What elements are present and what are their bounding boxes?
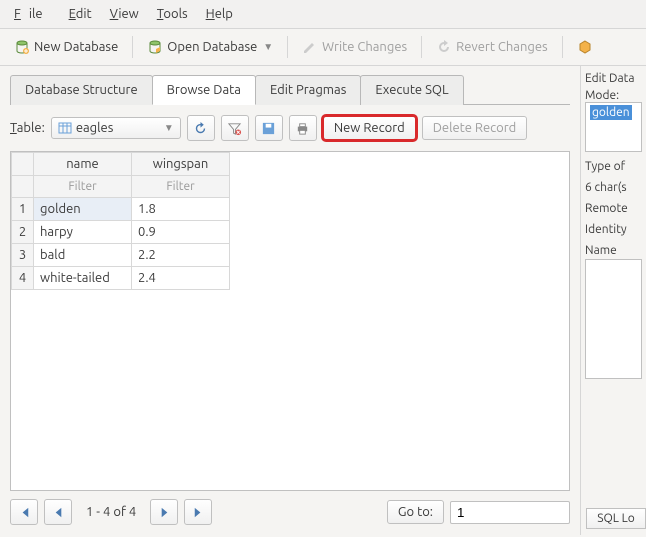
name-box[interactable] bbox=[585, 259, 642, 379]
write-changes-label: Write Changes bbox=[322, 40, 407, 54]
tab-database-structure[interactable]: Database Structure bbox=[10, 75, 153, 105]
name-label: Name bbox=[585, 244, 642, 257]
pager: 1 - 4 of 4 Go to: bbox=[10, 499, 570, 525]
char-info: 6 char(s bbox=[585, 181, 642, 194]
refresh-icon bbox=[193, 121, 208, 136]
remote-label: Remote bbox=[585, 202, 642, 215]
table-icon bbox=[58, 121, 72, 135]
delete-record-button[interactable]: Delete Record bbox=[422, 116, 528, 140]
menu-view[interactable]: View bbox=[102, 4, 147, 24]
revert-changes-label: Revert Changes bbox=[456, 40, 548, 54]
prev-page-button[interactable] bbox=[44, 499, 72, 525]
write-changes-button[interactable]: Write Changes bbox=[296, 35, 413, 59]
side-panel: Edit Data Mode: golden Type of 6 char(s … bbox=[580, 66, 646, 535]
edit-data-label: Edit Data bbox=[585, 72, 642, 85]
new-database-label: New Database bbox=[34, 40, 118, 54]
refresh-button[interactable] bbox=[187, 115, 215, 141]
database-new-icon bbox=[14, 39, 30, 55]
menubar: File Edit View Tools Help bbox=[0, 0, 646, 29]
cell-editor[interactable]: golden bbox=[585, 102, 642, 152]
sql-log-button[interactable]: SQL Lo bbox=[586, 508, 646, 529]
toolbar: New Database Open Database ▼ Write Chang… bbox=[0, 29, 646, 66]
table-select-value: eagles bbox=[76, 121, 114, 135]
menu-edit[interactable]: Edit bbox=[61, 4, 100, 24]
goto-button[interactable]: Go to: bbox=[387, 500, 444, 524]
type-info: Type of bbox=[585, 160, 642, 173]
identity-label: Identity bbox=[585, 223, 642, 236]
revert-icon bbox=[436, 39, 452, 55]
tab-edit-pragmas[interactable]: Edit Pragmas bbox=[255, 75, 361, 105]
save-button[interactable] bbox=[255, 115, 283, 141]
last-page-button[interactable] bbox=[184, 499, 212, 525]
open-database-button[interactable]: Open Database ▼ bbox=[141, 35, 279, 59]
print-button[interactable] bbox=[289, 115, 317, 141]
first-icon bbox=[17, 505, 32, 520]
filter-name[interactable]: Filter bbox=[34, 176, 132, 198]
print-icon bbox=[295, 121, 310, 136]
tab-browse-data[interactable]: Browse Data bbox=[152, 75, 256, 105]
filter-wingspan[interactable]: Filter bbox=[132, 176, 230, 198]
chevron-down-icon[interactable]: ▼ bbox=[263, 41, 273, 53]
revert-changes-button[interactable]: Revert Changes bbox=[430, 35, 554, 59]
open-database-label: Open Database bbox=[167, 40, 257, 54]
first-page-button[interactable] bbox=[10, 499, 38, 525]
tabbar: Database Structure Browse Data Edit Prag… bbox=[10, 74, 570, 105]
table-row[interactable]: 4white-tailed2.4 bbox=[12, 267, 230, 290]
mode-label: Mode: bbox=[585, 89, 642, 102]
extra-button[interactable] bbox=[571, 35, 599, 59]
filter-clear-icon bbox=[227, 121, 242, 136]
goto-input[interactable] bbox=[450, 501, 570, 524]
chevron-down-icon: ▼ bbox=[164, 122, 174, 134]
table-row[interactable]: 2harpy0.9 bbox=[12, 221, 230, 244]
table-label: Table: bbox=[10, 121, 45, 135]
table-select[interactable]: eagles ▼ bbox=[51, 117, 181, 139]
table-row[interactable]: 3bald2.2 bbox=[12, 244, 230, 267]
last-icon bbox=[191, 505, 206, 520]
new-record-button[interactable]: New Record bbox=[323, 116, 416, 140]
new-database-button[interactable]: New Database bbox=[8, 35, 124, 59]
cube-icon bbox=[577, 39, 593, 55]
data-grid[interactable]: namewingspan FilterFilter 1golden1.8 2ha… bbox=[10, 151, 570, 491]
menu-help[interactable]: Help bbox=[198, 4, 241, 24]
menu-file[interactable]: File bbox=[6, 4, 59, 24]
save-icon bbox=[261, 121, 276, 136]
next-page-button[interactable] bbox=[150, 499, 178, 525]
column-header-name[interactable]: name bbox=[34, 153, 132, 176]
table-row[interactable]: 1golden1.8 bbox=[12, 198, 230, 221]
write-icon bbox=[302, 39, 318, 55]
menu-tools[interactable]: Tools bbox=[149, 4, 196, 24]
clear-filter-button[interactable] bbox=[221, 115, 249, 141]
column-header-wingspan[interactable]: wingspan bbox=[132, 153, 230, 176]
prev-icon bbox=[51, 505, 66, 520]
database-open-icon bbox=[147, 39, 163, 55]
tab-execute-sql[interactable]: Execute SQL bbox=[360, 75, 463, 105]
next-icon bbox=[157, 505, 172, 520]
page-range: 1 - 4 of 4 bbox=[78, 505, 144, 519]
